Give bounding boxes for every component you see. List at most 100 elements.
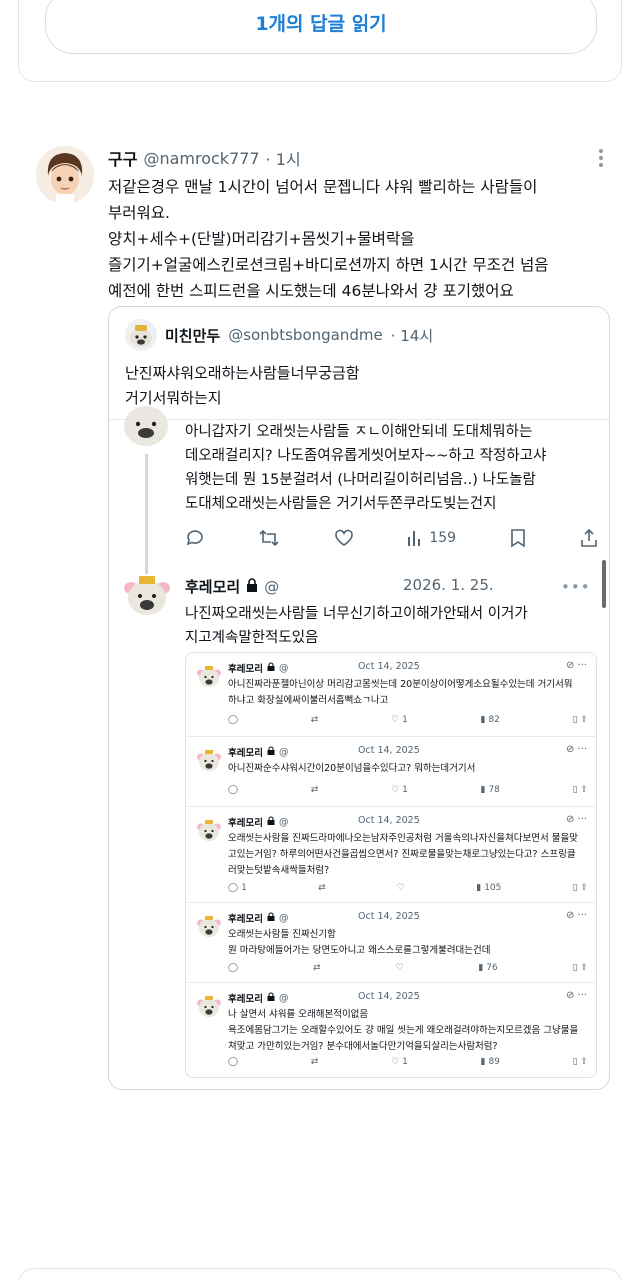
quote-line: 난진짜샤워오래하는사람들너무궁금함 [125,364,360,382]
grok-and-more-icon: ⊘ ··· [566,744,588,755]
item-date: Oct 14, 2025 [358,815,420,826]
lock-icon [267,662,275,674]
reply-author-name[interactable]: 후레모리 [185,576,240,597]
bookmark-icon[interactable] [510,528,526,548]
reply-line: 지고계속말한적도있음 [185,630,319,646]
views-counter[interactable]: 159 [407,529,456,547]
item-date: Oct 14, 2025 [358,745,420,756]
item-author-handle: @ [278,992,289,1004]
bookmark-and-share-icons: ▯ ⇧ [572,785,588,795]
reply-icon[interactable] [185,528,205,548]
read-replies-button[interactable]: 1개의 답글 읽기 [45,0,597,54]
like-icon: ♡ 1 [391,785,408,795]
tweet-line: 예전에 한번 스피드런을 시도했는데 46분나와서 걍 포기했어요 [108,282,514,300]
item-line: 쳐맞고 가만히있는거임? 분수대에서놀다만기억을되살리는사람처럼? [228,1041,498,1052]
list-item[interactable]: 후레모리 @ Oct 14, 2025 ⊘ ··· 오래씻는사람들 진짜신기함뭔 … [186,903,596,983]
share-icon[interactable] [579,528,599,548]
item-actions: ◯ ⇄ ♡ 1 ▮ 89 ▯ ⇧ [228,1057,588,1067]
item-actions: ◯ ⇄ ♡ ▮ 76 ▯ ⇧ [228,963,588,973]
quote-author-name[interactable]: 미친만두 [165,325,220,346]
attached-screenshot[interactable]: 아니갑자기 오래씻는사람들 ㅈㄴ이해안되네 도대체뭐하는 데오래걸리지? 나도좀… [109,406,609,1089]
tweet-time[interactable]: · 1시 [266,146,301,170]
like-count: 1 [402,1057,408,1067]
more-options-icon[interactable]: ••• [561,578,591,596]
item-actions: ◯ 1 ⇄ ♡ ▮ 105 ▯ ⇧ [228,883,588,893]
item-date: Oct 14, 2025 [358,911,420,922]
grok-and-more-icon: ⊘ ··· [566,910,588,921]
list-item[interactable]: 후레모리 @ Oct 14, 2025 ⊘ ··· 나 살면서 샤워를 오래해본적… [186,983,596,1077]
avatar [196,817,222,843]
reply-avatar [121,406,171,452]
item-author-name: 후레모리 [228,748,263,759]
retweet-icon[interactable] [258,528,280,548]
views-count: 82 [488,715,500,725]
item-line: 아니진짜순수샤워시간이20분이넘을수있다고? 뭐하는데거기서 [228,763,476,774]
item-date: Oct 14, 2025 [358,661,420,672]
item-text: 아니진짜순수샤워시간이20분이넘을수있다고? 뭐하는데거기서 [228,761,590,777]
item-line: 아니진짜라푼젤아닌이상 머리감고몸씻는데 20분이상이어떻게소요될수있는데 거기… [228,679,573,690]
views-counter: ▮ 89 [480,1057,500,1067]
retweet-icon: ⇄ [312,963,321,973]
more-options-icon[interactable] [598,148,604,168]
previous-reply-card: 1개의 답글 읽기 [18,0,622,82]
author-handle[interactable]: @namrock777 [143,149,259,168]
item-line: 뭔 마라탕에들어가는 당면도아니고 왜스스로를그렇게불려대는건데 [228,945,491,956]
reply-line: 데오래걸리지? 나도좀여유롭게씻어보자~~하고 작정하고샤 [185,448,547,464]
item-header: 후레모리 @ [228,745,288,759]
page: 1개의 답글 읽기 구구 @namrock777 · 1시 저같은경우 맨날 1… [0,0,640,1280]
reply-line: 나진짜오래씻는사람들 너무신기하고이해가안돼서 이거가 [185,606,528,622]
item-actions: ◯ ⇄ ♡ 1 ▮ 78 ▯ ⇧ [228,785,588,795]
list-item[interactable]: 후레모리 @ Oct 14, 2025 ⊘ ··· 아니진짜순수샤워시간이20분이… [186,737,596,807]
scrollbar[interactable] [602,560,606,608]
reply-line: 워햇는데 뭔 15분걸려서 (나머리길이허리넘음..) 나도놀람 [185,472,536,488]
like-icon: ♡ 1 [391,715,408,725]
like-icon[interactable] [334,528,354,548]
retweet-icon: ⇄ [318,883,326,893]
nested-quote-card[interactable]: 후레모리 @ Oct 14, 2025 ⊘ ··· 아니진짜라푼젤아닌이상 머리감… [185,652,597,1078]
item-header: 후레모리 @ [228,661,288,675]
item-author-handle: @ [278,746,289,758]
quote-author-handle[interactable]: @sonbtsbongandme [228,326,383,344]
item-actions: ◯ ⇄ ♡ 1 ▮ 82 ▯ ⇧ [228,715,588,725]
quote-time[interactable]: · 14시 [391,325,433,346]
item-text: 나 살면서 샤워를 오래해본적이없음 욕조에몸담그기는 오래할수있어도 걍 매일 … [228,1007,590,1055]
views-count: 89 [488,1057,500,1067]
reply-icon: ◯ [228,785,239,795]
retweet-icon: ⇄ [310,715,319,725]
item-date: Oct 14, 2025 [358,991,420,1002]
reply-author-handle[interactable]: @ [264,578,279,596]
views-counter: ▮ 82 [480,715,500,725]
like-icon: ♡ [395,963,404,973]
item-author-name: 후레모리 [228,664,263,675]
item-line: 오래씻는사람을 진짜드라마에나오는남자주인공처럼 거울속의나자신을쳐다보면서 물… [228,833,578,844]
like-count: 1 [402,715,408,725]
item-header: 후레모리 @ [228,815,288,829]
item-line: 오래씻는사람들 진짜신기함 [228,929,336,940]
item-author-handle: @ [278,912,289,924]
reply-icon: ◯ [228,963,239,973]
views-count: 105 [484,883,502,893]
list-item[interactable]: 후레모리 @ Oct 14, 2025 ⊘ ··· 오래씻는사람을 진짜드라마에나… [186,807,596,903]
tweet-text: 저같은경우 맨날 1시간이 넘어서 문젭니다 샤워 빨리하는 사람들이 부러워요… [108,174,608,304]
reply-avatar [121,568,173,620]
quote-header: 미친만두 @sonbtsbongandme · 14시 [125,319,433,351]
item-line: 러맞는텃밭속새싹들처럼? [228,865,330,876]
lock-icon [267,816,275,828]
avatar [196,663,222,689]
author-name[interactable]: 구구 [108,146,137,170]
views-counter: ▮ 76 [478,963,498,973]
list-item[interactable]: 후레모리 @ Oct 14, 2025 ⊘ ··· 아니진짜라푼젤아닌이상 머리감… [186,653,596,737]
lock-icon [246,577,258,596]
quote-text: 난진짜샤워오래하는사람들너무궁금함 거기서뭐하는지 [125,361,360,411]
item-line: 욕조에몸담그기는 오래할수있어도 걍 매일 씻는게 왜오래걸려야하는지모르겠음 … [228,1025,579,1036]
item-text: 오래씻는사람들 진짜신기함뭔 마라탕에들어가는 당면도아니고 왜스스로를그렇게불… [228,927,590,959]
views-counter: ▮ 78 [480,785,500,795]
item-header: 후레모리 @ [228,911,288,925]
avatar[interactable] [36,146,94,204]
reply-count: 1 [241,883,247,893]
tweet-line: 즐기기+얼굴에스킨로션크림+바디로션까지 하면 1시간 무조건 넘음 [108,256,549,274]
item-text: 아니진짜라푼젤아닌이상 머리감고몸씻는데 20분이상이어떻게소요될수있는데 거기… [228,677,590,709]
reply-actions: 159 [185,528,599,548]
reply-icon: ◯ 1 [228,883,247,893]
quoted-tweet[interactable]: 미친만두 @sonbtsbongandme · 14시 난진짜샤워오래하는사람들… [108,306,610,1090]
